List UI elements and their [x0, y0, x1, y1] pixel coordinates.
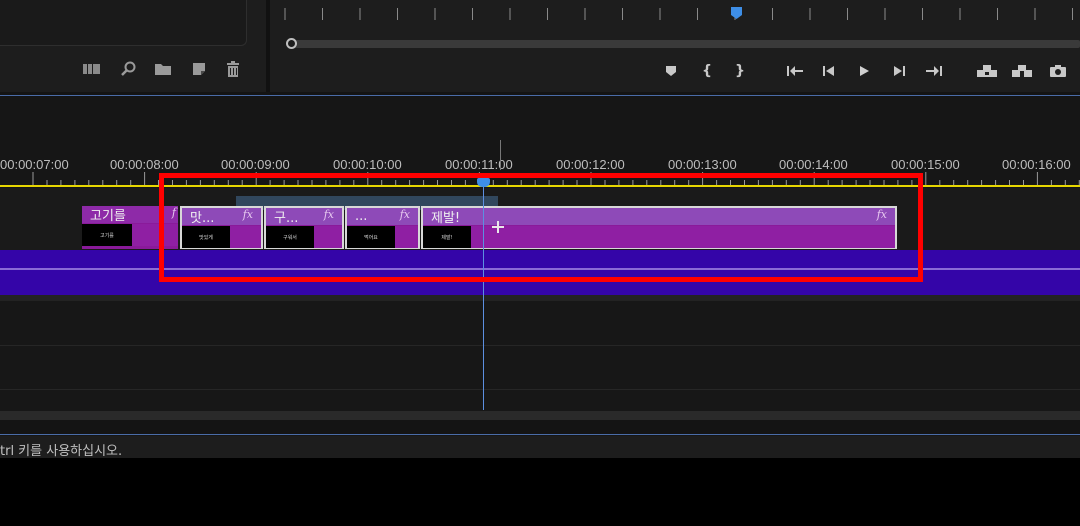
play-icon[interactable] [853, 60, 875, 82]
export-frame-icon[interactable] [1047, 60, 1069, 82]
status-bar: trl 키를 사용하십시오. [0, 436, 1080, 459]
extract-icon[interactable] [1011, 60, 1033, 82]
trash-icon[interactable] [222, 58, 244, 80]
status-text: trl 키를 사용하십시오. [0, 444, 123, 459]
monitor-time-ruler[interactable] [270, 0, 1080, 30]
timeline-scrollbar[interactable] [0, 411, 1080, 420]
track-divider [0, 389, 1080, 390]
monitor-playhead-icon [731, 7, 742, 19]
clip-thumbnail: 고기를 [82, 224, 132, 246]
new-item-icon[interactable] [188, 58, 210, 80]
step-forward-icon[interactable] [888, 60, 910, 82]
add-marker-icon[interactable] [660, 60, 682, 82]
in-point-marker [500, 140, 501, 170]
bottom-empty-area [0, 458, 1080, 526]
search-icon[interactable] [117, 58, 139, 80]
panel-focus-line [0, 434, 1080, 435]
lift-icon[interactable] [976, 60, 998, 82]
freeform-view-icon[interactable] [81, 58, 103, 80]
project-bin-area[interactable] [0, 0, 247, 46]
zoom-scroll-handle[interactable] [286, 38, 297, 49]
project-panel [0, 0, 266, 92]
annotation-highlight-box [159, 173, 923, 282]
go-to-out-icon[interactable] [923, 60, 945, 82]
go-to-in-icon[interactable] [784, 60, 806, 82]
track-divider [0, 345, 1080, 346]
clip-title: 고기를 [90, 209, 126, 223]
monitor-scrub-bar[interactable] [290, 40, 1080, 48]
new-bin-icon[interactable] [152, 58, 174, 80]
step-back-icon[interactable] [818, 60, 840, 82]
empty-tracks[interactable] [0, 301, 1080, 411]
panel-focus-line [0, 95, 1080, 96]
mark-in-icon[interactable]: { [696, 60, 718, 82]
mark-out-icon[interactable]: } [729, 60, 751, 82]
panel-gap [0, 420, 1080, 434]
program-monitor-panel: { } [270, 0, 1080, 92]
